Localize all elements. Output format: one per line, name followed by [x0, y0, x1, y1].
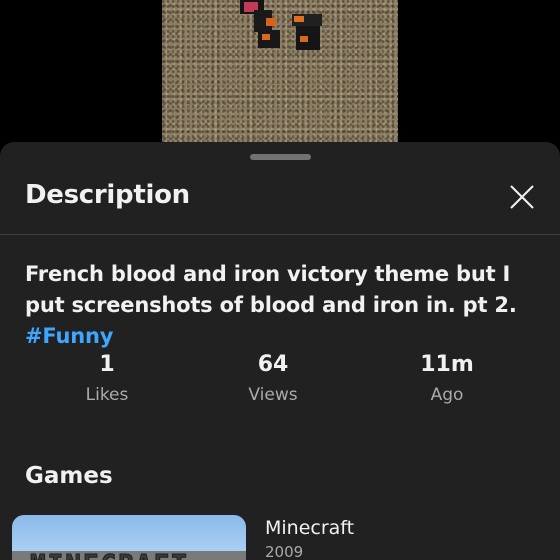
minecraft-logo: MINECRAFT: [12, 550, 246, 560]
video-player[interactable]: [0, 0, 560, 150]
games-section-title: Games: [25, 463, 113, 489]
video-description: French blood and iron victory theme but …: [25, 259, 545, 352]
video-character-figure: [240, 0, 322, 50]
ago-value: 11m: [420, 352, 474, 377]
ago-label: Ago: [430, 385, 464, 405]
close-icon: [510, 185, 534, 209]
likes-stat: 1 Likes: [47, 352, 167, 405]
views-label: Views: [248, 385, 298, 405]
video-frame: [162, 0, 398, 150]
game-item-minecraft[interactable]: MINECRAFT Minecraft 2009: [12, 515, 552, 560]
description-text: French blood and iron victory theme but …: [25, 262, 517, 317]
game-name: Minecraft: [265, 517, 355, 539]
minecraft-logo-text: MINECRAFT: [30, 550, 189, 560]
description-sheet: Description French blood and iron victor…: [0, 142, 560, 560]
views-stat: 64 Views: [213, 352, 333, 405]
sheet-title: Description: [25, 180, 190, 210]
hashtag-link[interactable]: #Funny: [25, 324, 113, 348]
likes-label: Likes: [85, 385, 129, 405]
game-year: 2009: [265, 543, 304, 560]
drag-handle[interactable]: [250, 154, 311, 160]
ago-stat: 11m Ago: [387, 352, 507, 405]
views-count: 64: [257, 352, 289, 377]
close-button[interactable]: [505, 180, 539, 214]
likes-count: 1: [99, 352, 115, 377]
header-divider: [0, 234, 560, 235]
game-thumbnail: MINECRAFT: [12, 515, 246, 560]
